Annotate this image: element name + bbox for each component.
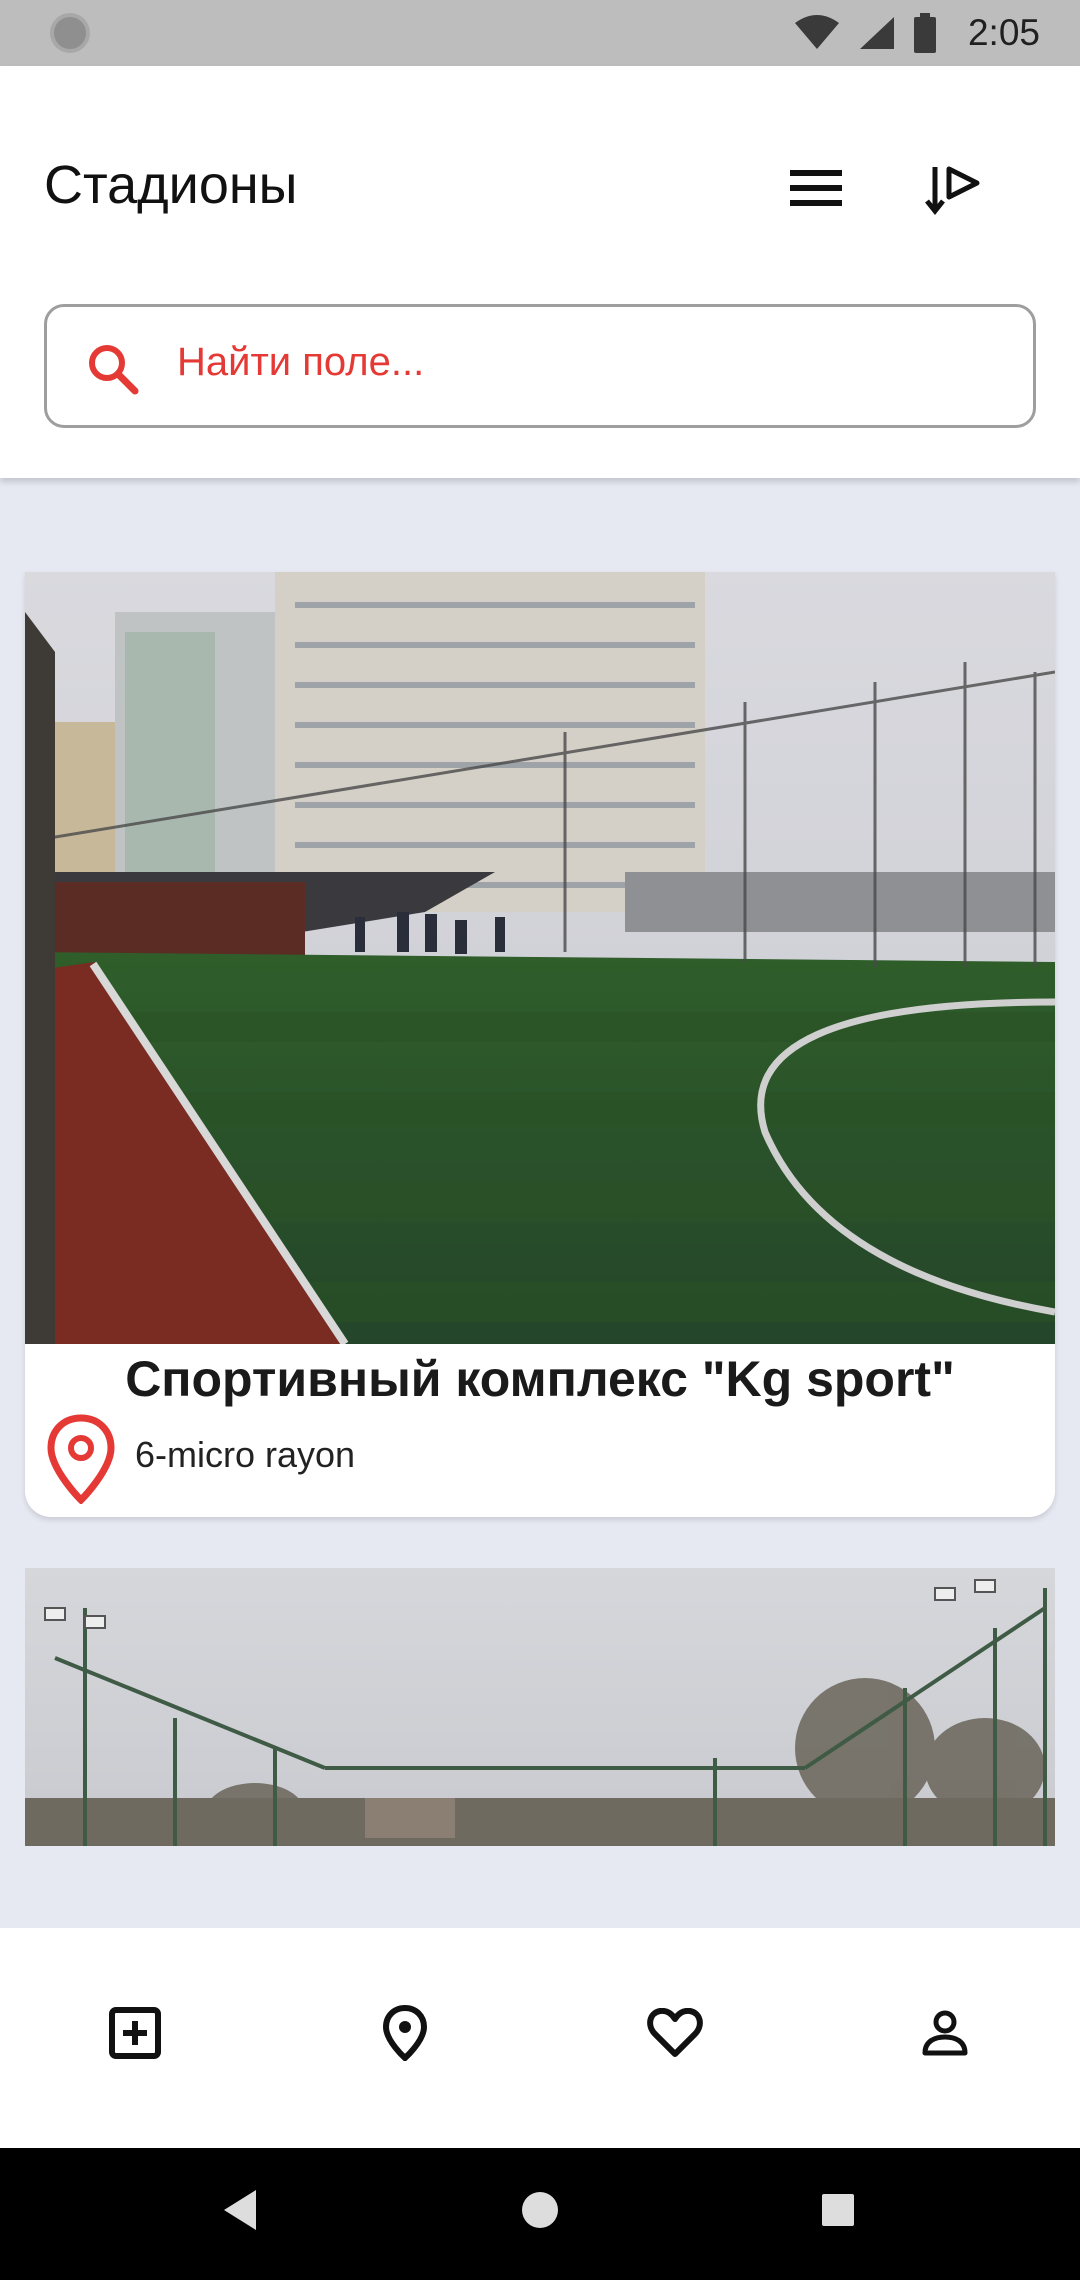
bottom-navigation [0,1928,1080,2148]
sort-button[interactable] [918,154,988,224]
status-left [50,13,90,53]
stadium-photo [25,572,1055,1344]
stadium-card[interactable] [25,1568,1055,1846]
home-icon[interactable] [520,2188,560,2232]
stadium-name: Спортивный комплекс "Kg sport" [125,1351,955,1407]
search-icon [89,345,139,395]
location-pin-icon [382,2005,428,2061]
menu-button[interactable] [786,158,846,218]
back-icon[interactable] [222,2188,258,2232]
recents-icon[interactable] [820,2188,856,2232]
cellular-signal-icon [859,17,894,49]
status-time: 2:05 [967,12,1040,53]
nav-profile-button[interactable] [900,1988,990,2078]
heart-icon [647,2008,703,2057]
search-bar[interactable] [44,304,1036,428]
nav-favorites-button[interactable] [630,1988,720,2078]
nav-map-button[interactable] [360,1988,450,2078]
menu-icon [790,170,842,206]
search-input[interactable] [177,327,997,397]
stadium-photo [25,1568,1055,1846]
notification-dot-icon [50,13,90,53]
nav-add-button[interactable] [90,1988,180,2078]
add-box-icon [109,2007,161,2059]
location-pin-icon [47,1414,115,1504]
sort-icon [925,166,980,215]
status-bar: 2:05 [0,0,1080,66]
status-right: 2:05 [794,12,1040,54]
stadium-address: 6-micro rayon [135,1434,356,1475]
page-title: Стадионы [44,155,298,215]
system-navigation-bar [0,2148,1080,2280]
top-app-bar: Стадионы [0,66,1080,478]
wifi-icon [794,15,839,49]
person-icon [922,2010,968,2056]
stadium-card[interactable]: Спортивный комплекс "Kg sport" 6-micro r… [25,572,1055,1517]
battery-icon [913,13,936,53]
